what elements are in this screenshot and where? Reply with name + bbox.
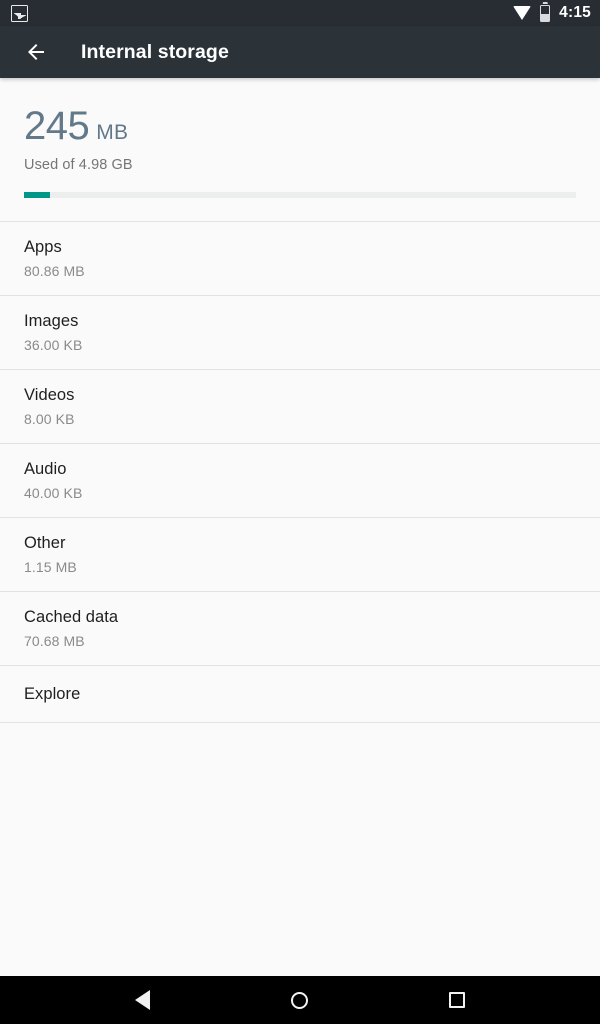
page-title: Internal storage [81, 40, 229, 63]
list-item-size: 70.68 MB [24, 632, 85, 649]
home-circle-icon [291, 991, 309, 1009]
list-item-size: 40.00 KB [24, 484, 83, 501]
list-item-title: Images [24, 311, 79, 330]
recents-square-icon [449, 992, 466, 1008]
list-item-size: 80.86 MB [24, 262, 85, 279]
list-item-size: 36.00 KB [24, 336, 83, 353]
android-screen: 4:15 Internal storage 245 MB Used of 4.9… [0, 0, 600, 1024]
status-bar-clock: 4:15 [559, 4, 591, 22]
status-bar-notifications [11, 4, 28, 22]
storage-summary: 245 MB Used of 4.98 GB [0, 78, 600, 198]
list-item[interactable]: Apps 80.86 MB [0, 222, 600, 296]
battery-icon [540, 4, 551, 22]
storage-used-value: 245 [24, 104, 90, 148]
status-bar-system-icons: 4:15 [513, 4, 591, 22]
app-bar: Internal storage [0, 26, 600, 78]
storage-total-caption: Used of 4.98 GB [24, 157, 133, 173]
list-item-size: 1.15 MB [24, 558, 77, 575]
list-item-title: Apps [24, 237, 62, 256]
list-item-title: Other [24, 533, 66, 552]
list-item[interactable]: Other 1.15 MB [0, 518, 600, 592]
list-item-title: Cached data [24, 607, 119, 626]
list-item[interactable]: Explore [0, 666, 600, 723]
nav-recents-button[interactable] [429, 976, 485, 1024]
back-triangle-icon [135, 990, 151, 1010]
navigation-bar [0, 976, 600, 1024]
list-item[interactable]: Videos 8.00 KB [0, 370, 600, 444]
list-item[interactable]: Images 36.00 KB [0, 296, 600, 370]
wifi-icon [513, 5, 532, 20]
storage-category-list: Apps 80.86 MB Images 36.00 KB Videos 8.00 KB A… [0, 221, 600, 723]
list-item[interactable]: Cached data 70.68 MB [0, 592, 600, 666]
list-item-title: Explore [24, 684, 81, 703]
storage-progress-fill [24, 192, 51, 198]
storage-used-unit: MB [96, 121, 129, 144]
list-item-title: Videos [24, 385, 75, 404]
nav-back-button[interactable] [115, 976, 171, 1024]
list-item[interactable]: Audio 40.00 KB [0, 444, 600, 518]
back-arrow-icon[interactable] [16, 32, 56, 72]
list-item-size: 8.00 KB [24, 410, 75, 427]
nav-home-button[interactable] [272, 976, 328, 1024]
storage-used-amount: 245 MB [24, 106, 576, 146]
status-bar: 4:15 [0, 0, 600, 26]
image-notification-icon [11, 4, 28, 22]
storage-progress-bar [24, 192, 576, 198]
storage-content: 245 MB Used of 4.98 GB Apps 80.86 MB Image… [0, 78, 600, 976]
list-item-title: Audio [24, 459, 67, 478]
